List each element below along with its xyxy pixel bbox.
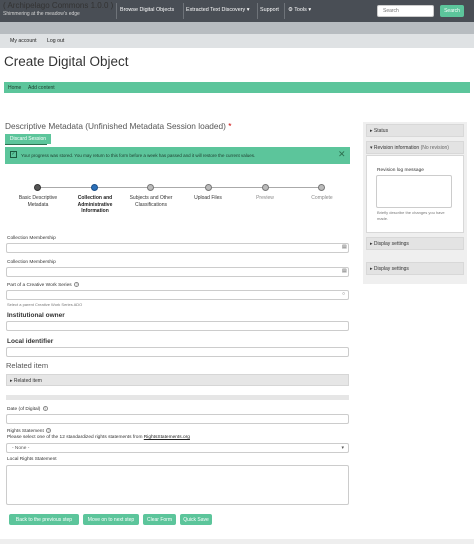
rights-statement-description: Please select one of the 12 standardized… bbox=[7, 435, 190, 440]
section-title-text: Descriptive Metadata (Unfinished Metadat… bbox=[5, 121, 226, 131]
close-icon[interactable]: ✕ bbox=[338, 149, 346, 160]
local-rights-label: Local Rights Statement bbox=[7, 457, 57, 462]
breadcrumb bbox=[4, 82, 470, 93]
step-indicator-complete bbox=[318, 184, 325, 191]
date-label-text: Date (of Digital) bbox=[7, 406, 41, 412]
site-slogan: Shimmering at the meadow's edge bbox=[3, 11, 80, 17]
help-icon[interactable]: ? bbox=[42, 406, 48, 411]
nav-tools[interactable]: ⚙ Tools ▾ bbox=[288, 7, 311, 13]
footer-strip bbox=[0, 539, 474, 544]
revision-title: ▾ Revision information bbox=[370, 145, 420, 151]
creative-work-series-input[interactable] bbox=[6, 290, 349, 300]
back-step-button[interactable]: Back to the previous step bbox=[9, 514, 79, 525]
date-input[interactable] bbox=[6, 414, 349, 424]
next-step-button[interactable]: Move on to next step bbox=[83, 514, 139, 525]
rights-statement-select[interactable]: - None - ▾ bbox=[6, 443, 349, 453]
collection-membership-label: Collection Membership bbox=[7, 236, 56, 241]
alert-message: Your progress was stored. You may return… bbox=[21, 153, 256, 158]
step-indicator-subjects bbox=[147, 184, 154, 191]
revision-log-label: Revision log message bbox=[377, 168, 424, 173]
nav-divider bbox=[284, 3, 285, 19]
local-identifier-label: Local identifier bbox=[7, 338, 54, 345]
help-icon[interactable]: ? bbox=[74, 282, 80, 287]
collection-membership-input-2[interactable] bbox=[6, 267, 349, 277]
local-identifier-input[interactable] bbox=[6, 347, 349, 357]
required-mark: * bbox=[228, 121, 232, 131]
page-title: Create Digital Object bbox=[4, 54, 129, 69]
search-button[interactable]: Search bbox=[440, 5, 464, 17]
nav-extracted-text-discovery[interactable]: Extracted Text Discovery ▾ bbox=[186, 7, 249, 13]
local-rights-textarea[interactable] bbox=[6, 465, 349, 505]
institutional-owner-input[interactable] bbox=[6, 321, 349, 331]
breadcrumb-add-content[interactable]: Add content bbox=[28, 85, 55, 91]
help-icon[interactable]: ? bbox=[46, 428, 52, 433]
quick-save-button[interactable]: Quick Save bbox=[180, 514, 212, 525]
revision-subtitle: (No revision) bbox=[420, 145, 449, 151]
site-brand[interactable]: ( Archipelago Commons 1.0.0 ) Shimmering… bbox=[3, 1, 113, 19]
rights-select-value: - None - bbox=[12, 446, 30, 451]
step-label-complete: Complete bbox=[311, 195, 333, 201]
discard-session-button[interactable]: Discard Session bbox=[5, 134, 51, 144]
search-input[interactable] bbox=[377, 5, 434, 17]
revision-log-hint: Briefly describe the changes you have ma… bbox=[377, 210, 445, 221]
section-title: Descriptive Metadata (Unfinished Metadat… bbox=[5, 121, 231, 131]
revision-log-textarea[interactable] bbox=[376, 175, 452, 208]
step-label-preview: Preview bbox=[256, 195, 274, 201]
discard-underline bbox=[5, 144, 47, 145]
collection-membership-label-2: Collection Membership bbox=[7, 260, 56, 265]
status-summary[interactable]: ▸ Status bbox=[370, 128, 388, 134]
chevron-down-icon: ▾ bbox=[341, 445, 344, 451]
log-out-link[interactable]: Log out bbox=[47, 38, 64, 44]
my-account-link[interactable]: My account bbox=[10, 38, 37, 44]
rights-description-text: Please select one of the 12 standardized… bbox=[7, 435, 144, 440]
rights-statement-text: Rights Statement bbox=[7, 428, 44, 434]
step-indicator-upload bbox=[205, 184, 212, 191]
list-icon: ▤ bbox=[342, 244, 347, 250]
display-settings-summary[interactable]: ▸ Display settings bbox=[370, 241, 409, 247]
collection-membership-input[interactable] bbox=[6, 243, 349, 253]
related-item-summary[interactable]: ▸ Related item bbox=[10, 378, 42, 384]
related-item-details[interactable] bbox=[6, 374, 349, 386]
date-label: Date (of Digital) ? bbox=[7, 406, 48, 412]
display-settings-summary-2[interactable]: ▸ Display settings bbox=[370, 266, 409, 272]
site-title[interactable]: ( Archipelago Commons 1.0.0 ) bbox=[3, 1, 113, 10]
related-item-heading: Related item bbox=[6, 361, 49, 370]
step-label-upload[interactable]: Upload Files bbox=[178, 195, 238, 202]
nav-browse-digital-objects[interactable]: Browse Digital Objects bbox=[120, 7, 174, 13]
user-toolbar bbox=[0, 34, 474, 48]
creative-work-series-hint: Select a parent Creative Work Series ADO bbox=[7, 302, 83, 307]
rights-statement-label: Rights Statement ? bbox=[7, 428, 52, 434]
loading-icon: ○ bbox=[342, 291, 346, 297]
check-icon: ✓ bbox=[10, 151, 17, 158]
step-indicator-preview bbox=[262, 184, 269, 191]
creative-work-series-text: Part of a Creative Work Series bbox=[7, 282, 72, 288]
step-indicator-basic bbox=[34, 184, 41, 191]
creative-work-series-label: Part of a Creative Work Series ? bbox=[7, 282, 80, 288]
step-label-collection[interactable]: Collection and Administrative Informatio… bbox=[65, 195, 125, 215]
nav-divider bbox=[183, 3, 184, 19]
progress-line bbox=[37, 187, 322, 188]
list-icon: ▤ bbox=[342, 268, 347, 274]
step-label-basic[interactable]: Basic Descriptive Metadata bbox=[8, 195, 68, 208]
nav-support[interactable]: Support bbox=[260, 7, 279, 13]
secondary-bar bbox=[0, 22, 474, 34]
step-label-subjects[interactable]: Subjects and Other Classifications bbox=[121, 195, 181, 208]
step-indicator-collection bbox=[91, 184, 98, 191]
nav-divider bbox=[257, 3, 258, 19]
related-item-divider bbox=[6, 395, 349, 400]
clear-form-button[interactable]: Clear Form bbox=[143, 514, 176, 525]
nav-divider bbox=[116, 3, 117, 19]
breadcrumb-home[interactable]: Home bbox=[8, 85, 21, 91]
institutional-owner-label: Institutional owner bbox=[7, 312, 65, 319]
rightsstatements-link[interactable]: RightsStatements.org bbox=[144, 435, 190, 440]
revision-summary[interactable]: ▾ Revision information (No revision) bbox=[370, 145, 449, 151]
